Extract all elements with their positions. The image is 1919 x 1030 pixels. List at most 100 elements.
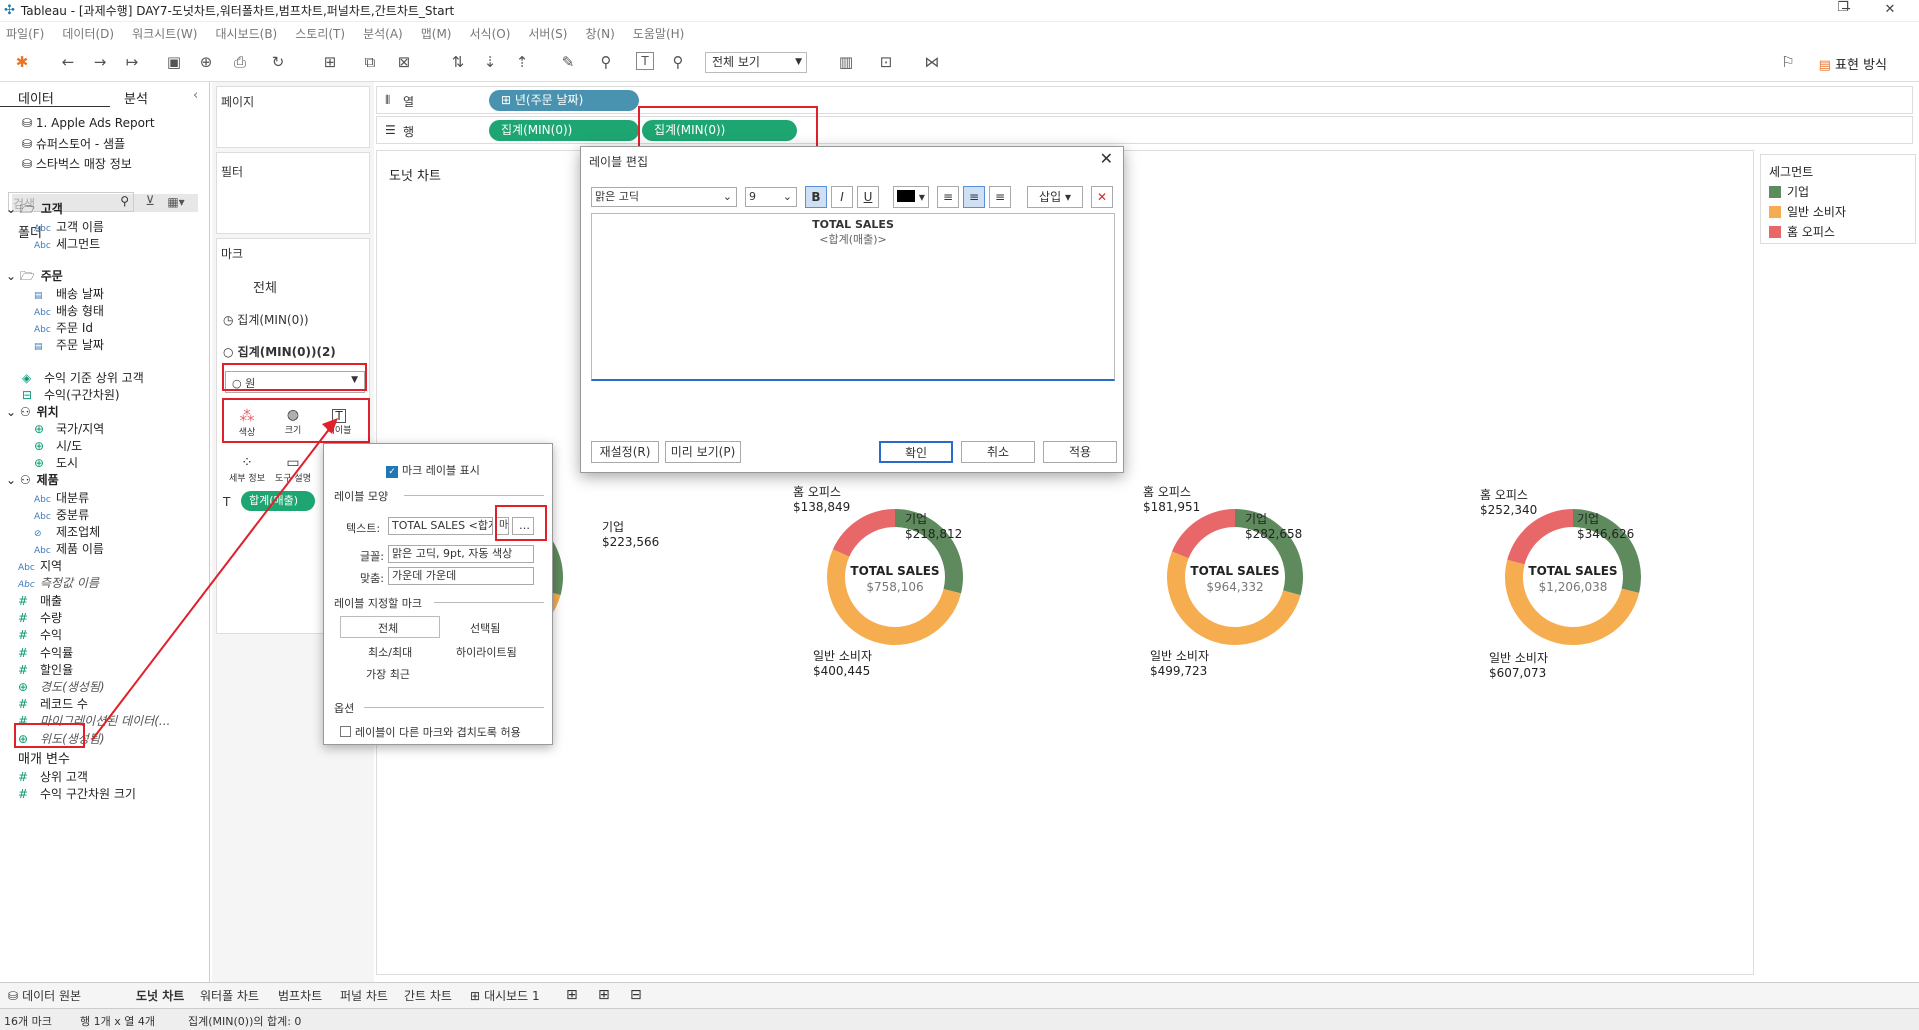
row-pill-1[interactable]: 집계(MIN(0)) [489, 120, 639, 141]
param-top-customers[interactable]: # 상위 고객 [18, 768, 88, 785]
field-country[interactable]: ⊕ 국가/지역 [34, 420, 104, 437]
field-region[interactable]: Abc 지역 [18, 557, 62, 574]
datasource-superstore[interactable]: ⛁ 슈퍼스토어 - 샘플 [22, 135, 125, 152]
marks-layer-2[interactable]: ○ 집계(MIN(0))(2) [223, 343, 336, 360]
sheet-tab[interactable]: ⛁ 데이터 원본 [8, 987, 81, 1004]
font-family-select[interactable]: 맑은 고딕 ⌄ [591, 187, 737, 207]
new-story-icon[interactable]: ⊟ [630, 987, 642, 1003]
option-minmax[interactable]: 최소/최대 [368, 644, 412, 660]
option-highlight[interactable]: 하이라이트됨 [456, 644, 517, 660]
redo-icon[interactable]: → [90, 52, 110, 72]
legend-item[interactable]: 홈 오피스 [1769, 223, 1835, 240]
maximize-button[interactable]: ❐ [1828, 0, 1858, 22]
replay-icon[interactable]: ↦ [122, 52, 142, 72]
option-all[interactable]: 전체 [378, 620, 398, 636]
field-ship-mode[interactable]: Abc 배송 형태 [34, 302, 104, 319]
overlap-checkbox[interactable]: 레이블이 다른 마크와 겹치도록 허용 [340, 724, 521, 740]
menu-item[interactable]: 파일(F) [6, 25, 44, 42]
column-pill-year[interactable]: ⊞ 년(주문 날짜) [489, 90, 639, 111]
close-window-button[interactable]: ✕ [1870, 0, 1910, 22]
duplicate-sheet-icon[interactable]: ⧉ [360, 52, 380, 72]
show-me-button[interactable]: ▤ 표현 방식 [1819, 54, 1887, 73]
align-center-icon[interactable]: ≡ [963, 186, 985, 208]
menu-item[interactable]: 맵(M) [421, 25, 452, 42]
field-measure-6[interactable]: # 레코드 수 [18, 695, 88, 712]
align-select[interactable]: 가운데 가운데 [388, 567, 534, 585]
sheet-tab[interactable]: 퍼널 차트 [340, 987, 388, 1004]
menu-item[interactable]: 서버(S) [528, 25, 567, 42]
field-category[interactable]: Abc 대분류 [34, 489, 89, 506]
columns-shelf[interactable]: ⦀ 열 ⊞ 년(주문 날짜) [376, 86, 1913, 114]
show-me-chart-icon[interactable]: ▥ [836, 52, 856, 72]
pause-updates-icon[interactable]: ⎙ [230, 52, 250, 72]
view-options-icon[interactable]: ▦▾ [166, 192, 186, 212]
legend-item[interactable]: 기업 [1769, 183, 1809, 200]
undo-icon[interactable]: ← [58, 52, 78, 72]
param-profit-bin-size[interactable]: # 수익 구간차원 크기 [18, 785, 136, 802]
field-order-id[interactable]: Abc 주문 Id [34, 319, 93, 336]
font-size-select[interactable]: 9 ⌄ [745, 187, 797, 207]
menu-item[interactable]: 서식(O) [470, 25, 511, 42]
align-left-icon[interactable]: ≡ [937, 186, 959, 208]
align-right-icon[interactable]: ≡ [989, 186, 1011, 208]
sheet-tab[interactable]: ⊞ 대시보드 1 [470, 987, 540, 1004]
menu-item[interactable]: 분석(A) [363, 25, 403, 42]
show-labels-icon[interactable]: T [636, 52, 654, 70]
field-measure-3[interactable]: # 수익률 [18, 644, 73, 661]
field-ship-date[interactable]: ▤ 배송 날짜 [34, 285, 104, 302]
underline-button[interactable]: U [857, 186, 879, 208]
field-segment[interactable]: Abc 세그먼트 [34, 235, 100, 252]
swap-axes-icon[interactable]: ⇅ [448, 52, 468, 72]
refresh-icon[interactable]: ↻ [268, 52, 288, 72]
clear-icon[interactable]: ✕ [1091, 186, 1113, 208]
highlight-icon[interactable]: ✎ [558, 52, 578, 72]
field-order-date[interactable]: ▤ 주문 날짜 [34, 336, 104, 353]
menu-item[interactable]: 대시보드(B) [215, 25, 277, 42]
pin-icon[interactable]: ⚐ [1778, 52, 1798, 72]
show-labels-checkbox[interactable]: ✓ 마크 레이블 표시 [386, 462, 480, 478]
sheet-tab[interactable]: 워터폴 차트 [200, 987, 259, 1004]
presentation-mode-icon[interactable]: ⊡ [876, 52, 896, 72]
sort-descending-icon[interactable]: ⇡ [512, 52, 532, 72]
detail-button[interactable]: ⁘ 세부 정보 [227, 455, 267, 484]
field-customer-name[interactable]: Abc 고객 이름 [34, 218, 104, 235]
datasource-apple[interactable]: ⛁ 1. Apple Ads Report [22, 116, 155, 130]
group-location[interactable]: ⌄ ⚇ 위치 [6, 403, 59, 420]
fix-axes-icon[interactable]: ⚲ [668, 52, 688, 72]
sort-ascending-icon[interactable]: ⇣ [480, 52, 500, 72]
tab-analysis[interactable]: 분석 [124, 88, 148, 107]
pages-card[interactable]: 페이지 [216, 86, 370, 148]
marks-all[interactable]: 전체 [253, 277, 277, 296]
option-selected[interactable]: 선택됨 [470, 620, 500, 636]
menu-item[interactable]: 워크시트(W) [132, 25, 197, 42]
field-state[interactable]: ⊕ 시/도 [34, 437, 82, 454]
new-sheet-icon[interactable]: ⊞ [566, 987, 578, 1003]
field-measure-2[interactable]: # 수익 [18, 626, 62, 643]
new-worksheet-icon[interactable]: ⊞ [320, 52, 340, 72]
legend-item[interactable]: 일반 소비자 [1769, 203, 1846, 220]
donut-slice[interactable] [832, 509, 895, 557]
filters-card[interactable]: 필터 [216, 152, 370, 234]
tab-data[interactable]: 데이터 [18, 88, 54, 107]
label-text-input[interactable]: TOTAL SALES <합계 [388, 517, 493, 535]
ok-button[interactable]: 확인 [879, 441, 953, 463]
reset-button[interactable]: 재설정(R) [591, 441, 659, 463]
share-icon[interactable]: ⋈ [922, 52, 942, 72]
clear-sheet-icon[interactable]: ⊠ [394, 52, 414, 72]
group-icon[interactable]: ⚲ [596, 52, 616, 72]
new-datasource-icon[interactable]: ⊕ [196, 52, 216, 72]
sheet-tab[interactable]: 간트 차트 [404, 987, 452, 1004]
group-product[interactable]: ⌄ ⚇ 제품 [6, 471, 59, 488]
field-measure-5[interactable]: ⊕ 경도(생성됨) [18, 678, 105, 695]
view-size-select[interactable]: 전체 보기 ▼ [705, 52, 807, 73]
datasource-starbucks[interactable]: ⛁ 스타벅스 매장 정보 [22, 155, 132, 172]
apply-button[interactable]: 적용 [1043, 441, 1117, 463]
menu-item[interactable]: 데이터(D) [62, 25, 114, 42]
field-manufacturer[interactable]: ⊘ 제조업체 [34, 523, 100, 540]
insert-button[interactable]: 삽입 ▾ [1027, 186, 1083, 208]
field-profit-bin[interactable]: ⊟ 수익(구간차원) [22, 386, 120, 403]
field-measure-1[interactable]: # 수량 [18, 609, 62, 626]
close-icon[interactable]: ✕ [1100, 149, 1113, 168]
new-dashboard-icon[interactable]: ⊞ [598, 987, 610, 1003]
option-recent[interactable]: 가장 최근 [366, 666, 410, 682]
